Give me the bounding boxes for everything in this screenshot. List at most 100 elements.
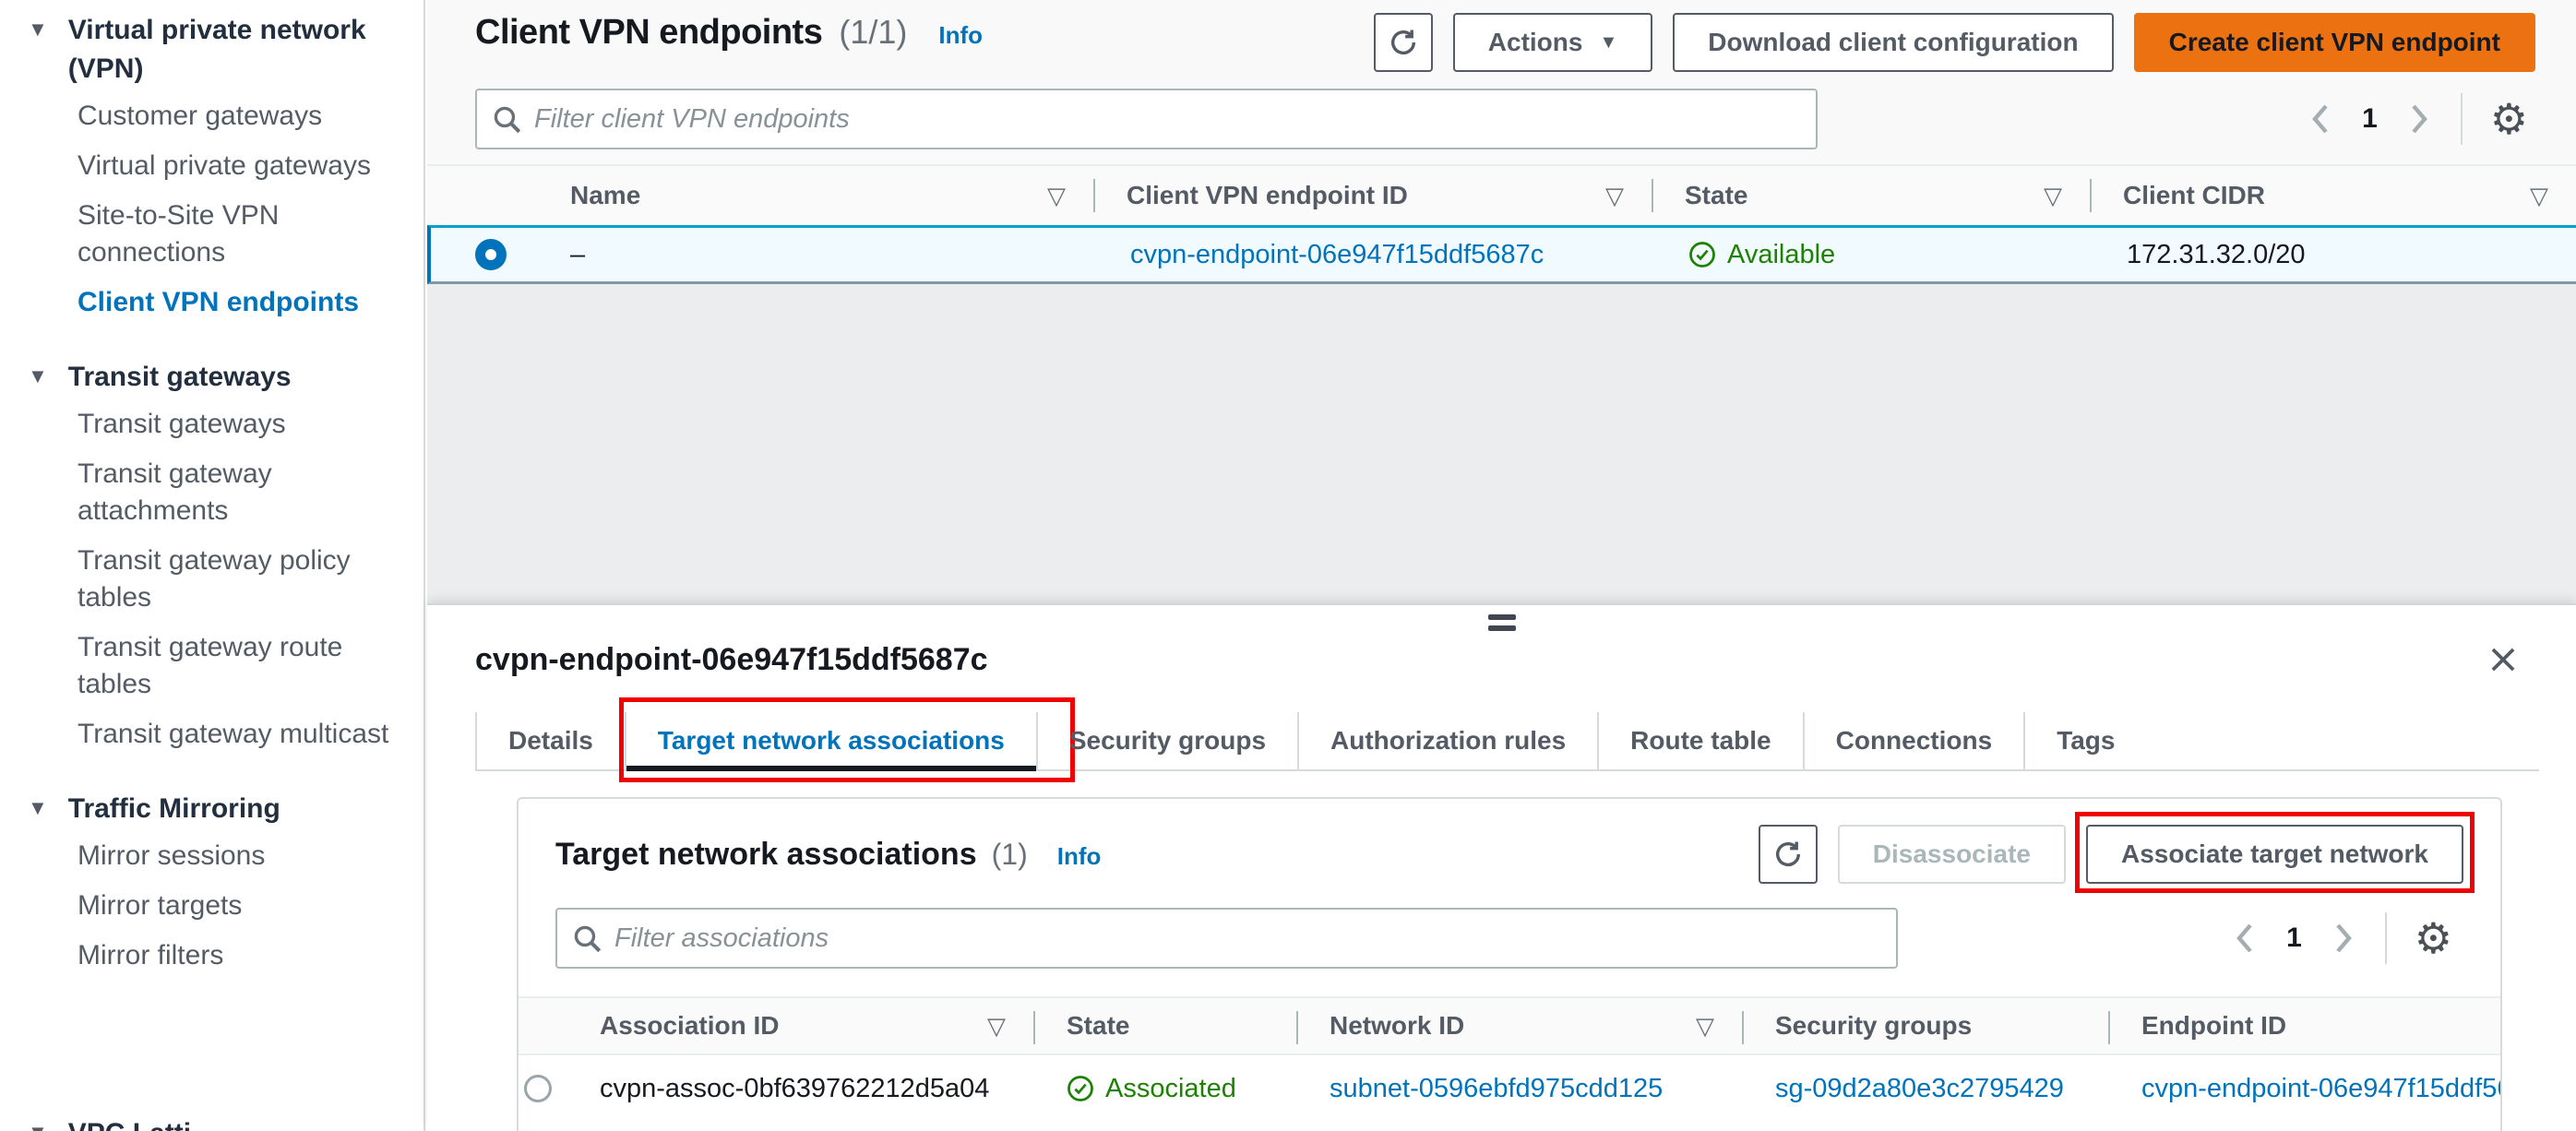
radio-column-header	[427, 166, 519, 225]
tab-label: Route table	[1630, 726, 1771, 755]
column-label: Name	[570, 181, 641, 209]
network-id-link[interactable]: subnet-0596ebfd975cdd125	[1330, 1074, 1663, 1104]
download-button-label: Download client configuration	[1708, 28, 2079, 56]
column-header-state[interactable]: State	[1033, 998, 1296, 1054]
sidebar-section-traffic-mirroring: ▼ Traffic Mirroring Mirror sessions Mirr…	[0, 790, 423, 974]
search-icon	[494, 106, 521, 134]
column-header-security-groups[interactable]: Security groups	[1742, 998, 2108, 1054]
filter-triangle-icon[interactable]: ▽	[987, 1012, 1006, 1041]
filter-triangle-icon[interactable]: ▽	[1605, 182, 1624, 210]
column-header-state[interactable]: State ▽	[1652, 166, 2090, 225]
tab-route-table[interactable]: Route table	[1597, 712, 1802, 769]
refresh-button[interactable]	[1373, 13, 1433, 72]
cell-security-groups: sg-09d2a80e3c2795429	[1742, 1055, 2108, 1122]
associations-table: Association ID ▽ State Network ID ▽ Secu…	[519, 996, 2500, 1122]
download-client-configuration-button[interactable]: Download client configuration	[1673, 13, 2114, 72]
associations-pagination: 1 ⚙	[2231, 912, 2463, 964]
sidebar-item-transit-gateway-policy-tables[interactable]: Transit gateway policy tables	[0, 542, 423, 616]
radio-unselected[interactable]	[524, 1075, 552, 1102]
cell-network-id: subnet-0596ebfd975cdd125	[1296, 1055, 1742, 1122]
radio-selected[interactable]	[475, 239, 507, 270]
endpoints-table-header: Name ▽ Client VPN endpoint ID ▽ State ▽ …	[427, 164, 2576, 225]
cell-name: –	[570, 239, 586, 269]
column-label: Endpoint ID	[2141, 1011, 2287, 1040]
sidebar-section-label: Virtual private network (VPN)	[67, 15, 366, 84]
check-circle-icon	[1689, 242, 1715, 268]
collapse-triangle-icon: ▼	[28, 364, 48, 387]
search-icon	[574, 925, 602, 953]
settings-gear-button[interactable]: ⚙	[2415, 917, 2452, 959]
associations-count: (1)	[991, 837, 1028, 871]
settings-gear-button[interactable]: ⚙	[2490, 98, 2528, 140]
column-header-network-id[interactable]: Network ID ▽	[1296, 998, 1742, 1054]
page-title: Client VPN endpoints	[475, 13, 823, 52]
column-header-client-cidr[interactable]: Client CIDR ▽	[2090, 166, 2576, 225]
previous-page-button[interactable]	[2307, 101, 2334, 137]
endpoint-id-link[interactable]: cvpn-endpoint-06e947f15ddf5687c	[2141, 1074, 2500, 1104]
column-header-endpoint-id[interactable]: Endpoint ID	[2108, 998, 2500, 1054]
column-header-name[interactable]: Name ▽	[519, 166, 1093, 225]
filter-triangle-icon[interactable]: ▽	[1696, 1012, 1714, 1041]
security-group-link[interactable]: sg-09d2a80e3c2795429	[1775, 1074, 2064, 1104]
create-client-vpn-endpoint-button[interactable]: Create client VPN endpoint	[2133, 13, 2535, 72]
next-page-button[interactable]	[2330, 920, 2357, 957]
divider	[2384, 912, 2387, 964]
filter-endpoints-input[interactable]	[475, 89, 1818, 149]
actions-button-label: Actions	[1487, 28, 1583, 56]
sidebar-item-transit-gateway-multicast[interactable]: Transit gateway multicast	[0, 716, 423, 753]
tab-authorization-rules[interactable]: Authorization rules	[1297, 712, 1597, 769]
sidebar-item-virtual-private-gateways[interactable]: Virtual private gateways	[0, 148, 423, 185]
tab-security-groups[interactable]: Security groups	[1035, 712, 1297, 769]
close-panel-button[interactable]	[2482, 638, 2524, 684]
column-header-association-id[interactable]: Association ID ▽	[583, 998, 1033, 1054]
cell-client-cidr: 172.31.32.0/20	[2127, 239, 2306, 269]
tab-label: Authorization rules	[1330, 726, 1567, 755]
sidebar-item-transit-gateway-attachments[interactable]: Transit gateway attachments	[0, 456, 423, 530]
endpoint-table-row[interactable]: – cvpn-endpoint-06e947f15ddf5687c Availa…	[427, 225, 2576, 284]
sidebar-item-client-vpn-endpoints[interactable]: Client VPN endpoints	[0, 284, 423, 321]
filter-triangle-icon[interactable]: ▽	[2530, 182, 2548, 210]
tab-target-network-associations[interactable]: Target network associations	[618, 697, 1075, 782]
column-label: Network ID	[1330, 1011, 1465, 1040]
collapse-triangle-icon: ▼	[28, 18, 48, 41]
refresh-associations-button[interactable]	[1758, 825, 1818, 884]
sidebar-item-mirror-targets[interactable]: Mirror targets	[0, 887, 423, 924]
sidebar-item-mirror-sessions[interactable]: Mirror sessions	[0, 838, 423, 875]
filter-associations-input[interactable]	[555, 908, 1898, 969]
page-number: 1	[2362, 103, 2378, 134]
cell-state: Associated	[1033, 1055, 1296, 1122]
endpoint-id-link[interactable]: cvpn-endpoint-06e947f15ddf5687c	[1130, 240, 1544, 270]
actions-button[interactable]: Actions ▼	[1452, 13, 1653, 72]
tab-label: Tags	[2057, 726, 2116, 755]
filter-triangle-icon[interactable]: ▽	[1047, 182, 1066, 210]
tab-details[interactable]: Details	[475, 712, 625, 769]
info-link[interactable]: Info	[1057, 842, 1102, 871]
collapse-triangle-icon: ▼	[28, 796, 48, 819]
column-label: Client CIDR	[2123, 181, 2265, 209]
chevron-left-icon	[2236, 923, 2252, 953]
chevron-right-icon	[2412, 104, 2427, 134]
associate-target-network-button[interactable]: Associate target network	[2086, 825, 2463, 884]
column-header-endpoint-id[interactable]: Client VPN endpoint ID ▽	[1093, 166, 1652, 225]
split-panel-drag-handle[interactable]	[1487, 614, 1516, 631]
filter-triangle-icon[interactable]: ▽	[2044, 182, 2062, 210]
sidebar-section-vpn-header[interactable]: ▼ Virtual private network (VPN)	[0, 11, 423, 89]
sidebar-item-customer-gateways[interactable]: Customer gateways	[0, 98, 423, 135]
sidebar-item-transit-gateway-route-tables[interactable]: Transit gateway route tables	[0, 629, 423, 703]
sidebar-item-transit-gateways[interactable]: Transit gateways	[0, 406, 423, 443]
sidebar-section-transit-header[interactable]: ▼ Transit gateways	[0, 358, 423, 397]
tab-connections[interactable]: Connections	[1802, 712, 2024, 769]
sidebar-item-site-to-site-vpn-connections[interactable]: Site-to-Site VPN connections	[0, 197, 423, 271]
previous-page-button[interactable]	[2231, 920, 2259, 957]
next-page-button[interactable]	[2405, 101, 2433, 137]
row-radio-cell	[519, 1055, 583, 1122]
info-link[interactable]: Info	[938, 21, 983, 50]
sidebar-item-mirror-filters[interactable]: Mirror filters	[0, 937, 423, 974]
association-table-row[interactable]: cvpn-assoc-0bf639762212d5a04 Associated	[519, 1055, 2500, 1122]
tab-tags[interactable]: Tags	[2023, 712, 2146, 769]
panel-title: cvpn-endpoint-06e947f15ddf5687c	[475, 642, 988, 677]
sidebar-section-vpc-lattice-header[interactable]: ▼ VPC Latti	[0, 1114, 423, 1131]
disassociate-button[interactable]: Disassociate	[1837, 825, 2066, 884]
sidebar-section-traffic-header[interactable]: ▼ Traffic Mirroring	[0, 790, 423, 828]
sidebar-section-transit-gateways: ▼ Transit gateways Transit gateways Tran…	[0, 358, 423, 753]
